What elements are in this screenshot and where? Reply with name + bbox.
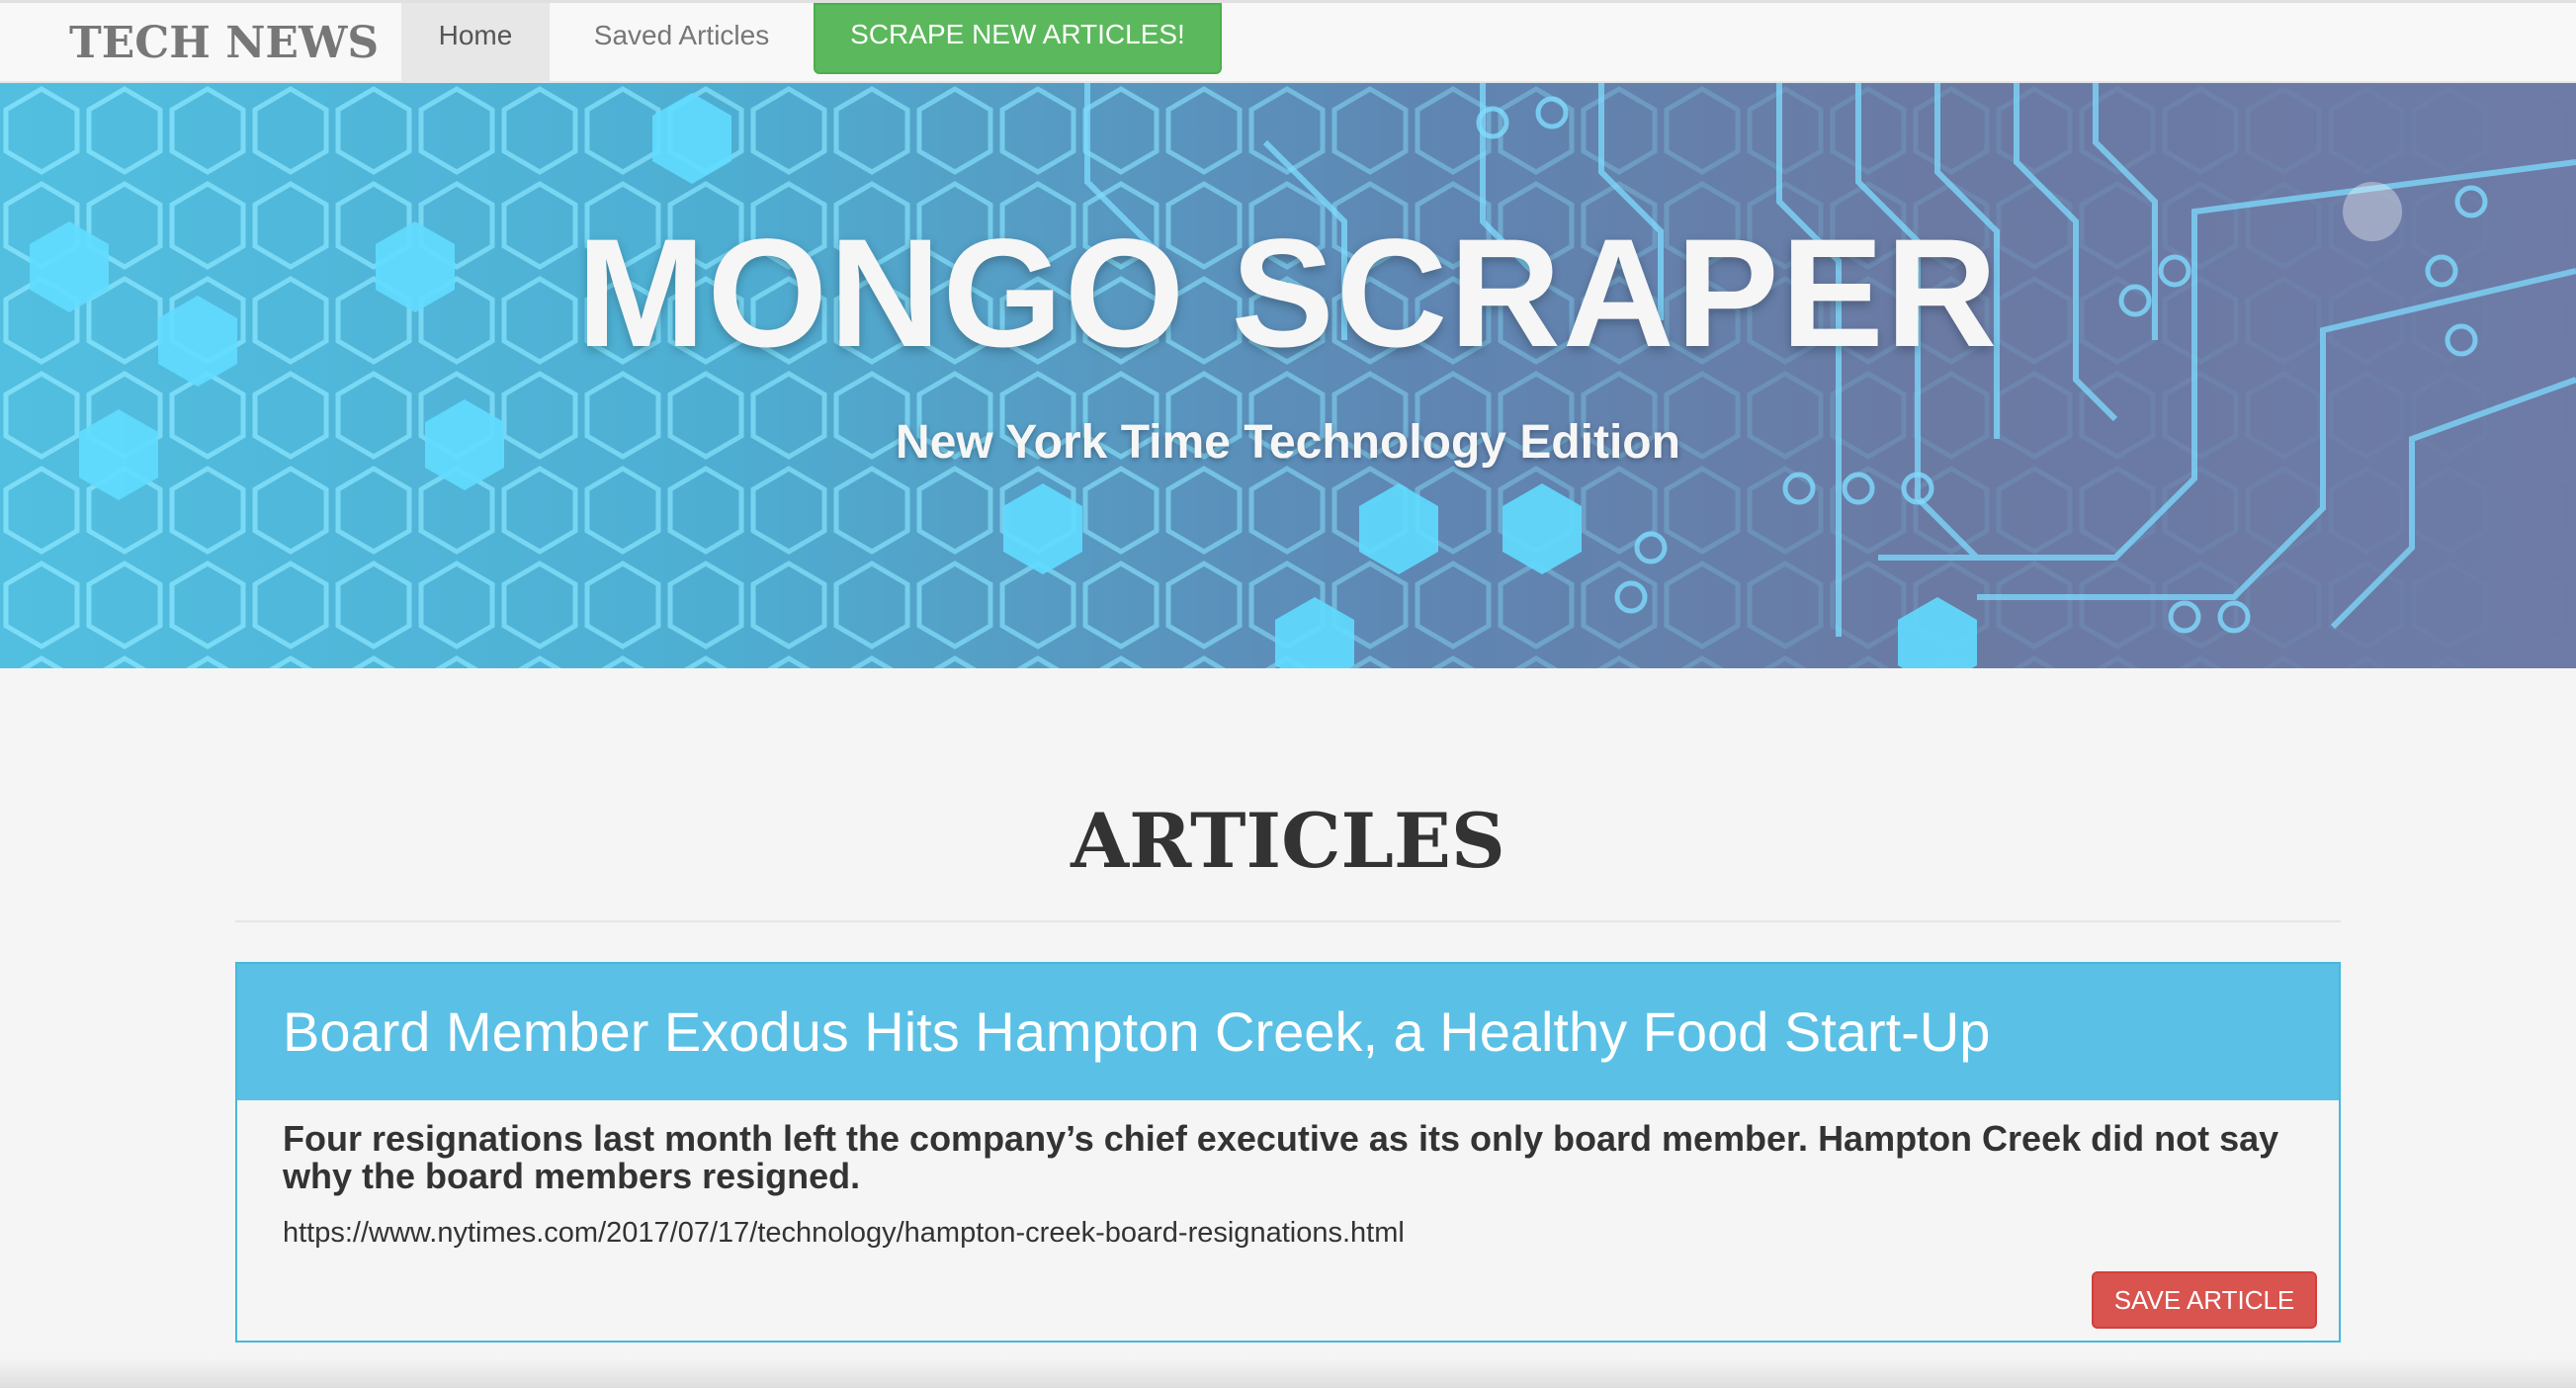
hero-banner: MONGO SCRAPER New York Time Technology E… [0,83,2576,668]
hero-title: MONGO SCRAPER [576,208,2000,380]
nav-item-home[interactable]: Home [401,3,550,82]
nav-item-saved-articles[interactable]: Saved Articles [550,3,814,82]
article-card-heading: Board Member Exodus Hits Hampton Creek, … [237,964,2339,1100]
article-summary: Four resignations last month left the co… [283,1118,2279,1196]
hero-subtitle: New York Time Technology Edition [896,416,1680,469]
article-card: Board Member Exodus Hits Hampton Creek, … [235,962,2341,1343]
section-divider [235,920,2341,922]
brand-logo[interactable]: TECH NEWS [69,11,379,78]
navbar: TECH NEWS Home Saved Articles SCRAPE NEW… [0,0,2576,83]
save-article-button[interactable]: SAVE ARTICLE [2092,1271,2317,1329]
window-bottom-edge [0,1358,2576,1388]
articles-heading: ARTICLES [1071,797,1505,885]
article-title[interactable]: Board Member Exodus Hits Hampton Creek, … [283,999,1990,1064]
scrape-new-articles-button[interactable]: SCRAPE NEW ARTICLES! [814,3,1222,74]
article-link[interactable]: https://www.nytimes.com/2017/07/17/techn… [283,1217,1405,1250]
